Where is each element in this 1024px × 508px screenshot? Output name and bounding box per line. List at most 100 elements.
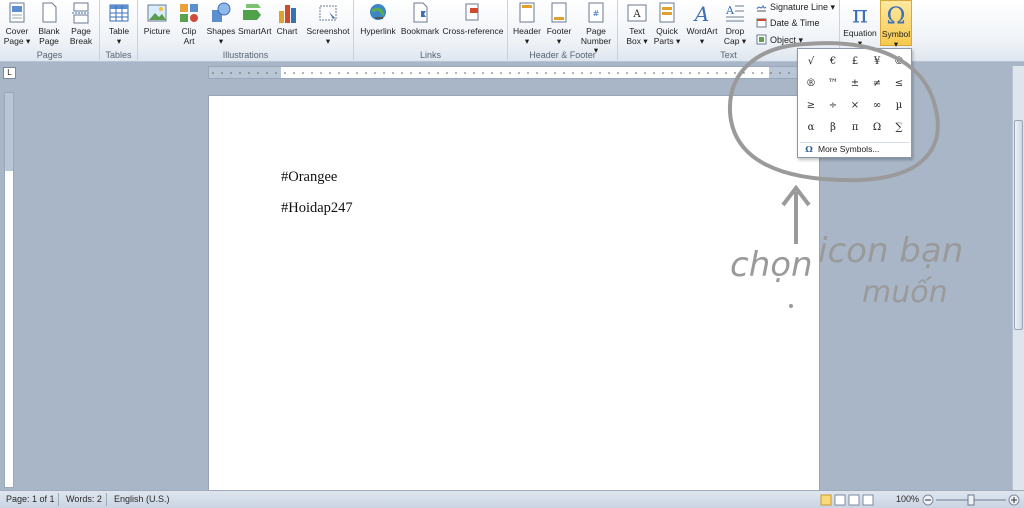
- text-box-label-2: Box ▾: [626, 35, 648, 46]
- symbol-cell[interactable]: ≥: [800, 95, 822, 117]
- page-count[interactable]: Page: 1 of 1: [6, 494, 55, 504]
- quick-parts-icon: [659, 2, 675, 23]
- picture-icon: [147, 4, 167, 22]
- symbol-cell[interactable]: ∑: [888, 117, 910, 139]
- screenshot-button[interactable]: Screenshot ▾: [306, 2, 350, 46]
- zoom-level[interactable]: 100%: [896, 494, 919, 504]
- header-icon: [519, 2, 535, 23]
- page-break-button[interactable]: Page Break: [66, 2, 96, 46]
- blank-page-label-1: Blank: [38, 26, 60, 36]
- more-symbols-label: More Symbols...: [818, 144, 880, 154]
- header-button[interactable]: Header ▾: [512, 2, 542, 46]
- doc-line-2[interactable]: #Hoidap247: [281, 200, 353, 217]
- page-number-label-1: Page: [586, 26, 606, 36]
- group-label-tables: Tables: [105, 50, 132, 60]
- document-page[interactable]: #Orangee #Hoidap247: [208, 95, 820, 495]
- quick-parts-label-1: Quick: [656, 26, 678, 36]
- table-button[interactable]: Table ▾: [104, 2, 134, 46]
- vertical-ruler[interactable]: [4, 92, 14, 488]
- horizontal-ruler[interactable]: [208, 66, 800, 79]
- object-icon: [756, 34, 767, 45]
- shapes-label-1: Shapes: [206, 26, 236, 36]
- smartart-label: SmartArt: [238, 26, 272, 36]
- cross-reference-button[interactable]: Cross-reference: [442, 2, 504, 37]
- symbol-label-1: Symbol: [881, 29, 911, 39]
- hyperlink-button[interactable]: Hyperlink: [358, 2, 398, 37]
- footer-button[interactable]: Footer ▾: [544, 2, 574, 46]
- header-label-2: ▾: [524, 35, 530, 46]
- scrollbar-thumb[interactable]: [1014, 120, 1023, 330]
- omega-icon: Ω: [805, 145, 813, 155]
- wordart-icon: A: [693, 2, 709, 24]
- group-illustrations: Picture Clip Art Shapes ▾ SmartArt Chart…: [138, 0, 354, 62]
- symbol-button[interactable]: Ω Symbol ▾: [880, 0, 912, 49]
- symbol-cell[interactable]: £: [844, 51, 866, 73]
- calendar-icon: [756, 18, 767, 28]
- symbol-cell[interactable]: √: [800, 51, 822, 73]
- wordart-label-1: WordArt: [686, 26, 718, 36]
- svg-text:#: #: [593, 9, 600, 18]
- symbol-cell[interactable]: ®: [800, 73, 822, 95]
- picture-button[interactable]: Picture: [142, 2, 172, 37]
- equation-button[interactable]: π Equation ▾: [842, 2, 878, 48]
- cover-page-button[interactable]: Cover Page ▾: [2, 2, 32, 46]
- tab-selector[interactable]: L: [3, 67, 16, 79]
- symbol-cell[interactable]: β: [822, 117, 844, 139]
- svg-text:A: A: [725, 4, 735, 17]
- table-label-1: Table: [108, 26, 130, 36]
- clip-art-button[interactable]: Clip Art: [174, 2, 204, 46]
- object-button[interactable]: Object ▾: [756, 33, 803, 47]
- language-indicator[interactable]: English (U.S.): [114, 494, 170, 504]
- symbol-cell[interactable]: α: [800, 117, 822, 139]
- ruler-ticks: [212, 72, 799, 74]
- page-number-button[interactable]: # Page Number ▾: [578, 2, 614, 56]
- symbol-label-2: ▾: [893, 38, 899, 49]
- group-label-pages: Pages: [36, 50, 63, 60]
- equation-label-2: ▾: [857, 37, 863, 48]
- chart-button[interactable]: Chart: [272, 2, 302, 37]
- symbol-cell[interactable]: €: [822, 51, 844, 73]
- chart-label: Chart: [276, 26, 298, 36]
- shapes-button[interactable]: Shapes ▾: [206, 2, 236, 46]
- smartart-button[interactable]: SmartArt: [238, 2, 272, 37]
- group-links: Hyperlink Bookmark Cross-reference Links: [354, 0, 508, 62]
- symbol-cell[interactable]: ×: [844, 95, 866, 117]
- equation-label-1: Equation: [843, 28, 877, 38]
- symbol-cell[interactable]: ©: [888, 51, 910, 73]
- symbol-cell[interactable]: ÷: [822, 95, 844, 117]
- symbol-cell[interactable]: ±: [844, 73, 866, 95]
- word-count[interactable]: Words: 2: [66, 494, 102, 504]
- symbol-cell[interactable]: ≠: [866, 73, 888, 95]
- zoom-slider[interactable]: [922, 494, 1020, 506]
- symbol-cell[interactable]: ™: [822, 73, 844, 95]
- object-label: Object ▾: [770, 35, 804, 45]
- clip-art-label-2: Art: [183, 35, 195, 46]
- cross-reference-label: Cross-reference: [442, 26, 504, 36]
- drop-cap-button[interactable]: A Drop Cap ▾: [720, 2, 750, 46]
- signature-line-button[interactable]: Signature Line ▾: [756, 0, 835, 14]
- date-time-button[interactable]: Date & Time: [756, 16, 820, 30]
- wordart-button[interactable]: A WordArt ▾: [684, 2, 720, 46]
- drop-cap-label-1: Drop: [725, 26, 745, 36]
- table-icon: [109, 4, 129, 22]
- drop-cap-label-2: Cap ▾: [723, 35, 747, 46]
- bookmark-button[interactable]: Bookmark: [400, 2, 440, 37]
- signature-line-icon: [756, 4, 767, 12]
- symbol-cell[interactable]: µ: [888, 95, 910, 117]
- doc-line-1[interactable]: #Orangee: [281, 169, 337, 186]
- annotation-text-2: icon bạn: [818, 231, 963, 271]
- screenshot-icon: [319, 5, 337, 21]
- symbol-cell[interactable]: ≤: [888, 73, 910, 95]
- vertical-scrollbar[interactable]: [1012, 66, 1024, 490]
- ruler-top-margin: [5, 93, 13, 171]
- symbol-cell[interactable]: Ω: [866, 117, 888, 139]
- quick-parts-button[interactable]: Quick Parts ▾: [652, 2, 682, 46]
- annotation-text-3: muốn: [862, 275, 948, 310]
- text-box-button[interactable]: A Text Box ▾: [622, 2, 652, 46]
- blank-page-button[interactable]: Blank Page: [34, 2, 64, 46]
- symbol-cell[interactable]: ¥: [866, 51, 888, 73]
- more-symbols-item[interactable]: Ω More Symbols...: [800, 142, 910, 156]
- svg-text:A: A: [693, 2, 709, 24]
- symbol-cell[interactable]: ∞: [866, 95, 888, 117]
- symbol-cell[interactable]: π: [844, 117, 866, 139]
